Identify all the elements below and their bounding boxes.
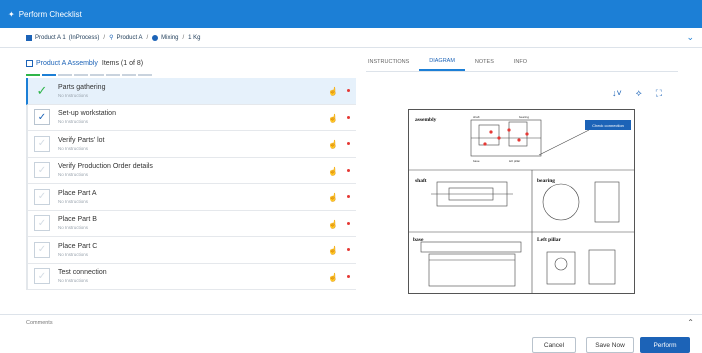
diagram-toolbar: ↓˅ ⟡ ⛶ <box>612 88 662 99</box>
checkbox[interactable]: ✓ <box>34 162 50 179</box>
breadcrumb-step[interactable]: Mixing <box>161 35 178 41</box>
checkbox[interactable]: ✓ <box>34 135 50 152</box>
item-title: Parts gathering <box>58 83 106 91</box>
checklist-header: Product A Assembly Items (1 of 8) <box>26 52 356 74</box>
title-bar: ✦ Perform Checklist <box>0 0 702 28</box>
hand-icon[interactable]: ☝ <box>328 87 338 96</box>
breadcrumb-product[interactable]: Product A 1 <box>35 35 66 41</box>
item-title: Verify Parts' lot <box>58 136 105 144</box>
tag-left-pillar: left pillar <box>509 159 520 163</box>
breadcrumb-separator: / <box>182 34 185 41</box>
hand-icon[interactable]: ☝ <box>328 193 338 202</box>
hand-icon[interactable]: ☝ <box>328 246 338 255</box>
hand-icon[interactable]: ☝ <box>328 273 338 282</box>
detail-tabs: INSTRUCTIONS DIAGRAM NOTES INFO <box>366 52 678 72</box>
checkbox[interactable]: ✓ <box>34 188 50 205</box>
required-dot <box>347 195 350 198</box>
part-icon: ⚲ <box>109 35 114 41</box>
required-dot <box>347 142 350 145</box>
cancel-button[interactable]: Cancel <box>532 337 576 353</box>
check-done-icon: ✓ <box>36 82 48 98</box>
label-base: base <box>413 237 424 243</box>
label-left-pillar: Left pillar <box>537 237 562 243</box>
comments-label: Comments <box>26 319 53 326</box>
item-title: Verify Production Order details <box>58 163 153 171</box>
item-title: Test connection <box>58 269 107 277</box>
checklist-items: ✓ Parts gathering No Instructions ☝ ✓ Se… <box>26 78 356 290</box>
step-icon <box>152 34 159 41</box>
item-title: Place Part C <box>58 242 98 250</box>
item-subtitle: No Instructions <box>58 278 89 284</box>
tag-shaft: shaft <box>473 115 480 119</box>
perform-button[interactable]: Perform <box>640 337 690 353</box>
detail-panel: INSTRUCTIONS DIAGRAM NOTES INFO ↓˅ ⟡ ⛶ C… <box>366 52 678 307</box>
checkbox[interactable]: ✓ <box>34 241 50 258</box>
hand-icon[interactable]: ☝ <box>328 140 338 149</box>
checklist-item[interactable]: ✓ Place Part B No Instructions ☝ <box>28 211 356 237</box>
checklist-item[interactable]: ✓ Parts gathering No Instructions ☝ <box>26 78 356 105</box>
drawing-svg: Check connection assembly shaft bearing … <box>409 115 634 293</box>
required-dot <box>347 248 350 251</box>
item-title: Place Part A <box>58 189 97 197</box>
hand-icon[interactable]: ☝ <box>328 167 338 176</box>
tag-bearing: bearing <box>519 115 529 119</box>
checkbox[interactable]: ✓ <box>34 215 50 232</box>
chevron-up-icon[interactable]: ⌃ <box>687 318 694 327</box>
tab-instructions[interactable]: INSTRUCTIONS <box>366 52 419 71</box>
fullscreen-icon[interactable]: ⛶ <box>656 88 662 99</box>
checklist-item[interactable]: ✓ Place Part A No Instructions ☝ <box>28 184 356 211</box>
checklist-title: Product A Assembly <box>36 59 98 67</box>
checklist-item[interactable]: ✓ Verify Parts' lot No Instructions ☝ <box>28 131 356 158</box>
hand-icon[interactable]: ☝ <box>328 220 338 229</box>
breadcrumb-status: (InProcess) <box>68 34 100 41</box>
checklist-icon: ✦ <box>8 9 15 19</box>
save-now-button[interactable]: Save Now <box>586 337 634 353</box>
breadcrumb-separator: / <box>146 34 149 41</box>
pin-off-icon[interactable]: ⟡ <box>636 88 642 99</box>
callout-label: Check connection <box>592 123 624 128</box>
hand-icon[interactable]: ☝ <box>328 114 338 123</box>
breadcrumb: Product A 1 (InProcess) / ⚲ Product A / … <box>0 28 702 48</box>
comments-bar[interactable]: Comments ⌃ <box>0 314 702 330</box>
required-dot <box>347 168 350 172</box>
checklist-count: Items (1 of 8) <box>101 59 144 67</box>
checklist-item[interactable]: ✓ Place Part C No Instructions ☝ <box>28 237 356 264</box>
item-subtitle: No Instructions <box>58 251 89 257</box>
list-icon <box>26 59 33 67</box>
tab-info[interactable]: INFO <box>504 52 537 71</box>
breadcrumb-quantity: 1 Kg <box>188 34 201 41</box>
item-subtitle: No Instructions <box>58 145 89 151</box>
checklist-item[interactable]: ✓ Test connection No Instructions ☝ <box>28 264 356 290</box>
checkbox[interactable]: ✓ <box>34 109 50 126</box>
chevron-down-icon[interactable]: ⌄ <box>686 32 694 43</box>
required-dot <box>347 221 350 225</box>
required-dot <box>347 274 350 278</box>
download-icon[interactable]: ↓˅ <box>612 88 622 99</box>
item-subtitle: No Instructions <box>58 198 89 204</box>
product-icon <box>26 34 32 41</box>
checklist-panel: Product A Assembly Items (1 of 8) ✓ Part… <box>26 52 356 307</box>
window-title: Perform Checklist <box>18 9 82 19</box>
tab-diagram[interactable]: DIAGRAM <box>419 52 465 71</box>
item-subtitle: No Instructions <box>58 225 89 231</box>
item-title: Place Part B <box>58 216 97 224</box>
checklist-item[interactable]: ✓ Set-up workstation No Instructions ☝ <box>28 105 356 131</box>
tag-base: base <box>473 159 480 163</box>
item-title: Set-up workstation <box>58 110 116 118</box>
required-dot <box>347 89 350 92</box>
label-assembly: assembly <box>415 117 437 123</box>
checkbox[interactable]: ✓ <box>34 268 50 285</box>
engineering-drawing: Check connection assembly shaft bearing … <box>408 109 635 294</box>
label-bearing: bearing <box>537 178 555 184</box>
item-subtitle: No Instructions <box>58 92 89 98</box>
checklist-item[interactable]: ✓ Verify Production Order details No Ins… <box>28 158 356 184</box>
tab-notes[interactable]: NOTES <box>465 52 504 71</box>
item-subtitle: No Instructions <box>58 119 89 125</box>
item-subtitle: No Instructions <box>58 172 89 178</box>
required-dot <box>347 115 350 119</box>
label-shaft: shaft <box>415 178 427 184</box>
checklist-progress <box>26 74 356 76</box>
breadcrumb-part[interactable]: Product A <box>116 35 142 41</box>
breadcrumb-separator: / <box>103 34 106 41</box>
